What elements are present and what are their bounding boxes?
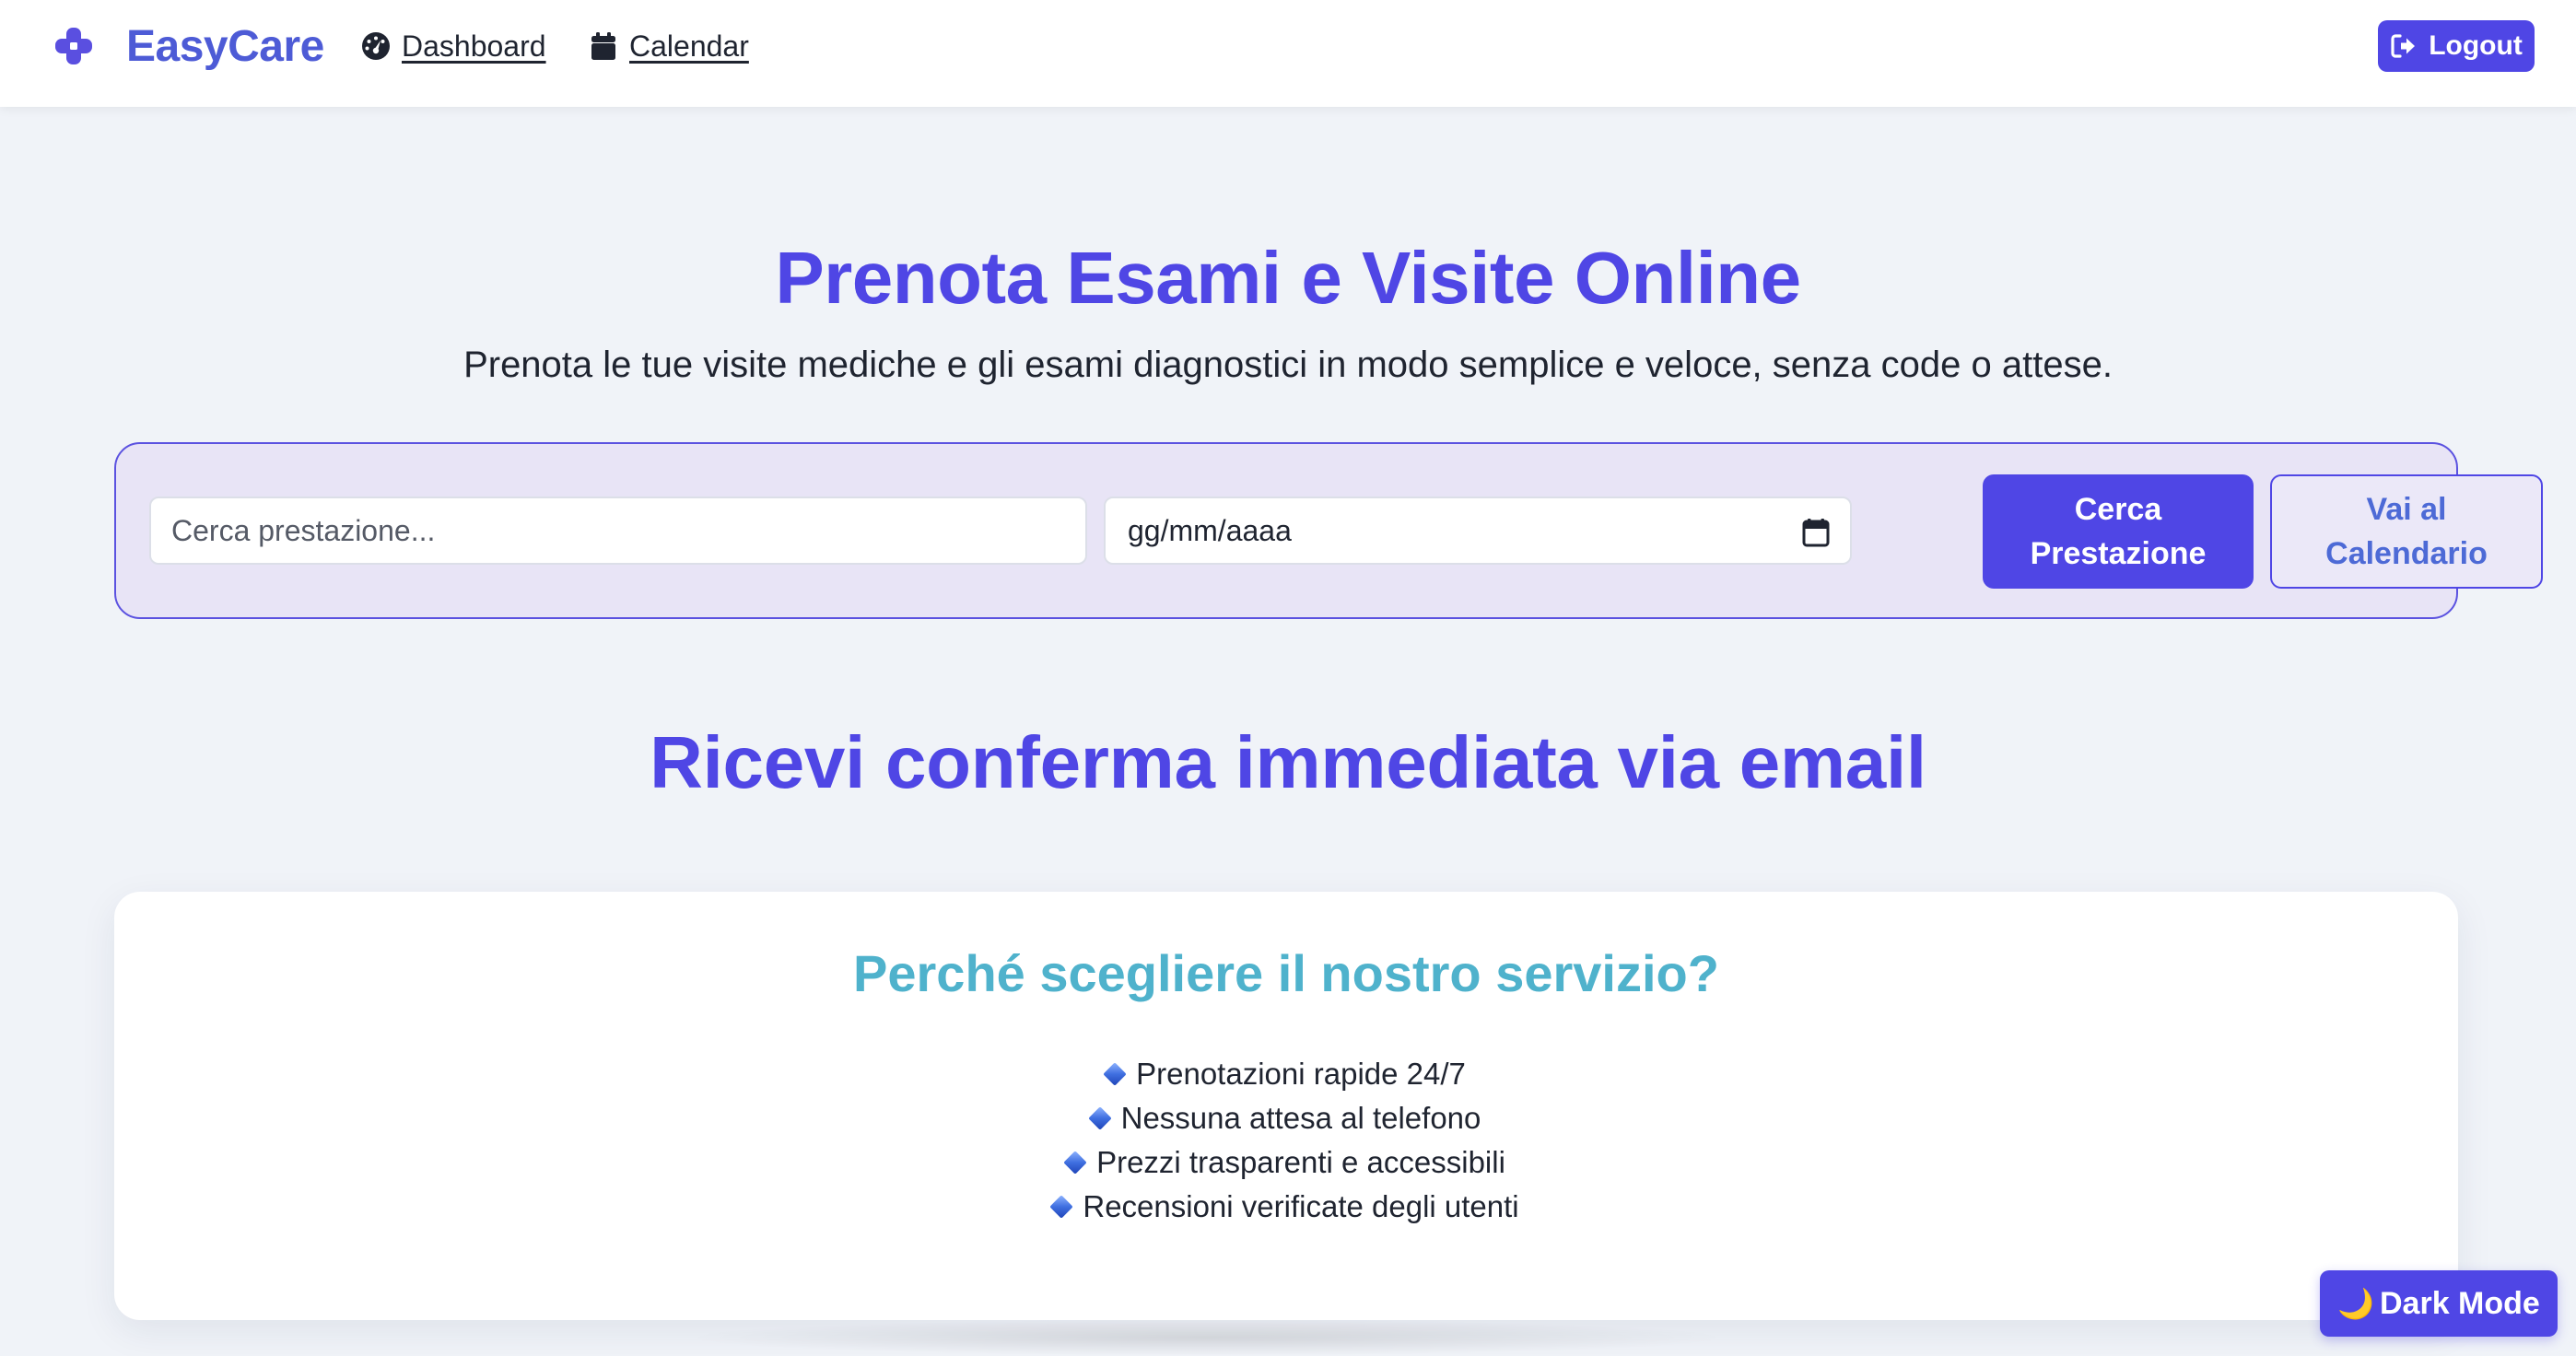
feature-text: Recensioni verificate degli utenti bbox=[1083, 1189, 1519, 1223]
blue-diamond-icon bbox=[1049, 1195, 1074, 1219]
blue-diamond-icon bbox=[1087, 1106, 1112, 1130]
search-button[interactable]: Cerca Prestazione bbox=[1983, 474, 2254, 589]
brand[interactable]: EasyCare bbox=[53, 20, 324, 72]
dark-mode-toggle[interactable]: 🌙 Dark Mode bbox=[2320, 1270, 2558, 1337]
search-panel: gg/mm/aaaa Cerca Prestazione Vai al Cale… bbox=[114, 442, 2543, 619]
nav-link-calendar-label: Calendar bbox=[629, 29, 749, 63]
logout-button[interactable]: Logout bbox=[2378, 20, 2535, 72]
nav-link-calendar[interactable]: Calendar bbox=[589, 24, 749, 68]
list-item: Prezzi trasparenti e accessibili bbox=[114, 1140, 2458, 1185]
top-navbar: EasyCare Dashboard Calendar Logout bbox=[0, 0, 2576, 107]
medical-cross-icon bbox=[55, 28, 92, 64]
logout-label: Logout bbox=[2429, 30, 2523, 61]
hero-title: Prenota Esami e Visite Online bbox=[775, 237, 1801, 319]
nav-link-dashboard[interactable]: Dashboard bbox=[361, 24, 546, 68]
feature-list: Prenotazioni rapide 24/7 Nessuna attesa … bbox=[114, 1052, 2458, 1229]
date-field-placeholder: gg/mm/aaaa bbox=[1128, 513, 1292, 547]
calendar-icon bbox=[591, 32, 615, 60]
confirmation-title: Ricevi conferma immediata via email bbox=[650, 721, 1926, 803]
logout-icon bbox=[2391, 34, 2416, 58]
list-item: Prenotazioni rapide 24/7 bbox=[114, 1052, 2458, 1096]
hero-subtitle: Prenota le tue visite mediche e gli esam… bbox=[463, 345, 2113, 385]
why-choose-title: Perché scegliere il nostro servizio? bbox=[853, 944, 1719, 1002]
blue-diamond-icon bbox=[1103, 1062, 1127, 1086]
nav-link-dashboard-label: Dashboard bbox=[402, 29, 546, 63]
dashboard-gauge-icon bbox=[362, 32, 390, 60]
blue-diamond-icon bbox=[1063, 1151, 1087, 1175]
brand-name: EasyCare bbox=[126, 21, 324, 71]
search-input[interactable] bbox=[149, 497, 1087, 565]
feature-text: Prezzi trasparenti e accessibili bbox=[1096, 1145, 1505, 1179]
dark-mode-label: Dark Mode bbox=[2380, 1285, 2540, 1321]
list-item: Nessuna attesa al telefono bbox=[114, 1096, 2458, 1140]
feature-text: Prenotazioni rapide 24/7 bbox=[1136, 1057, 1466, 1091]
list-item: Recensioni verificate degli utenti bbox=[114, 1185, 2458, 1229]
moon-icon: 🌙 bbox=[2337, 1287, 2374, 1320]
date-field[interactable]: gg/mm/aaaa bbox=[1104, 497, 1852, 565]
why-choose-card: Perché scegliere il nostro servizio? Pre… bbox=[114, 892, 2458, 1320]
card-shadow bbox=[682, 1319, 1732, 1356]
go-to-calendar-button[interactable]: Vai al Calendario bbox=[2270, 474, 2543, 589]
date-picker-icon[interactable] bbox=[1802, 518, 1830, 547]
feature-text: Nessuna attesa al telefono bbox=[1120, 1101, 1481, 1135]
